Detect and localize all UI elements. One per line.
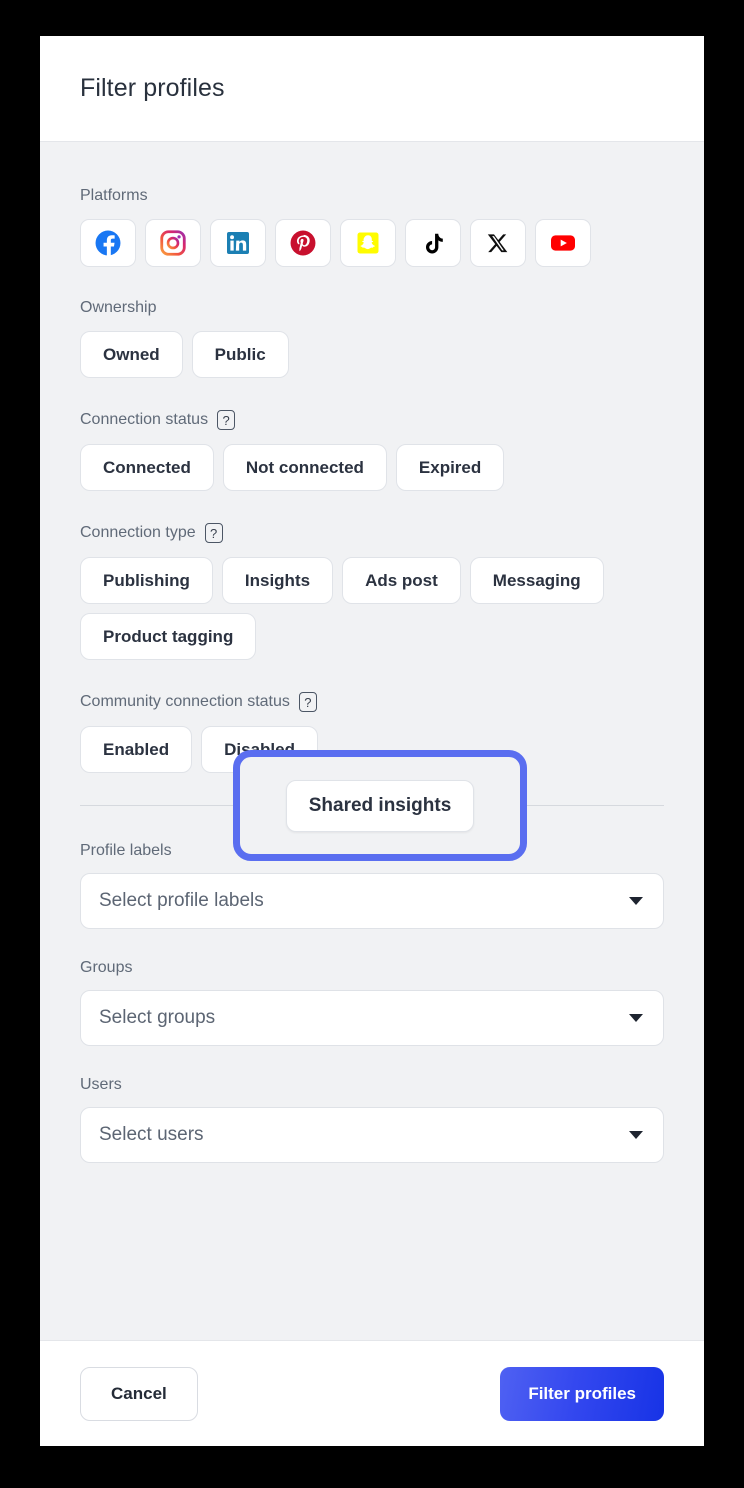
connection-type-option-shared-insights[interactable]: Shared insights (285, 779, 475, 832)
platforms-group: Platforms (80, 187, 664, 267)
dialog-footer: Cancel Filter profiles (40, 1340, 704, 1446)
connection-status-option-connected[interactable]: Connected (80, 444, 214, 491)
filter-profiles-button[interactable]: Filter profiles (500, 1366, 664, 1421)
platform-tile-tiktok[interactable] (405, 219, 461, 267)
profile-labels-select[interactable]: Select profile labels (80, 873, 664, 929)
ownership-option-owned[interactable]: Owned (80, 331, 183, 378)
connection-type-label: Connection type ? (80, 523, 664, 543)
platform-tile-youtube[interactable] (535, 219, 591, 267)
page-title: Filter profiles (80, 74, 225, 102)
facebook-icon (95, 230, 121, 256)
help-icon[interactable]: ? (217, 410, 236, 430)
highlight-annotation: Shared insights (233, 750, 527, 861)
cancel-button[interactable]: Cancel (80, 1366, 198, 1421)
groups-group: Groups Select groups (80, 959, 664, 1046)
connection-type-option-publishing[interactable]: Publishing (80, 557, 213, 604)
platform-tile-linkedin[interactable] (210, 219, 266, 267)
connection-status-options: Connected Not connected Expired (80, 444, 664, 491)
dialog-header: Filter profiles (40, 36, 704, 142)
connection-status-group: Connection status ? Connected Not connec… (80, 410, 664, 491)
connection-type-option-insights[interactable]: Insights (221, 557, 334, 604)
connection-status-option-not-connected[interactable]: Not connected (222, 444, 387, 491)
chevron-down-icon (629, 1014, 643, 1022)
snapchat-icon (356, 231, 380, 255)
linkedin-icon (226, 231, 250, 255)
platforms-label: Platforms (80, 187, 664, 205)
connection-type-option-messaging[interactable]: Messaging (469, 557, 604, 604)
users-label: Users (80, 1076, 122, 1093)
connection-status-label-text: Connection status (80, 411, 209, 428)
profile-labels-placeholder: Select profile labels (99, 890, 264, 911)
users-select[interactable]: Select users (80, 1107, 664, 1163)
connection-type-options: Publishing Insights Ads post Messaging P… (80, 557, 664, 660)
groups-placeholder: Select groups (99, 1007, 216, 1028)
chevron-down-icon (629, 897, 643, 905)
ownership-option-public[interactable]: Public (191, 331, 289, 378)
connection-status-label: Connection status ? (80, 410, 664, 430)
connection-type-group: Connection type ? Publishing Insights Ad… (80, 523, 664, 660)
platform-tile-snapchat[interactable] (340, 219, 396, 267)
help-icon[interactable]: ? (204, 523, 223, 543)
connection-status-option-expired[interactable]: Expired (395, 444, 505, 491)
users-group: Users Select users (80, 1076, 664, 1163)
community-connection-status-label: Community connection status ? (80, 692, 664, 712)
groups-select[interactable]: Select groups (80, 990, 664, 1046)
ownership-group: Ownership Owned Public (80, 299, 664, 378)
connection-type-option-product-tagging[interactable]: Product tagging (80, 613, 257, 660)
chevron-down-icon (629, 1131, 643, 1139)
platform-tile-facebook[interactable] (80, 219, 136, 267)
platform-tile-pinterest[interactable] (275, 219, 331, 267)
users-placeholder: Select users (99, 1124, 204, 1145)
instagram-icon (160, 230, 186, 256)
platform-row (80, 219, 664, 267)
ownership-label: Ownership (80, 299, 664, 317)
dialog-body: Platforms Ownership Owned Public Connect… (40, 142, 704, 1340)
screen-root: Filter profiles Platforms Ownership Owne… (0, 0, 744, 1488)
platforms-label-text: Platforms (80, 187, 148, 204)
tiktok-icon (421, 231, 446, 256)
connection-type-label-text: Connection type (80, 524, 196, 541)
pinterest-icon (290, 230, 316, 256)
ownership-options: Owned Public (80, 331, 664, 378)
ownership-label-text: Ownership (80, 299, 157, 316)
community-connection-status-option-enabled[interactable]: Enabled (80, 726, 193, 773)
youtube-icon (549, 229, 577, 257)
filter-profiles-dialog: Filter profiles Platforms Ownership Owne… (40, 36, 704, 1446)
platform-tile-x[interactable] (470, 219, 526, 267)
platform-tile-instagram[interactable] (145, 219, 201, 267)
x-icon (486, 231, 510, 255)
connection-type-option-ads-post[interactable]: Ads post (342, 557, 461, 604)
community-connection-status-label-text: Community connection status (80, 693, 290, 710)
groups-label: Groups (80, 959, 133, 976)
help-icon[interactable]: ? (298, 692, 317, 712)
